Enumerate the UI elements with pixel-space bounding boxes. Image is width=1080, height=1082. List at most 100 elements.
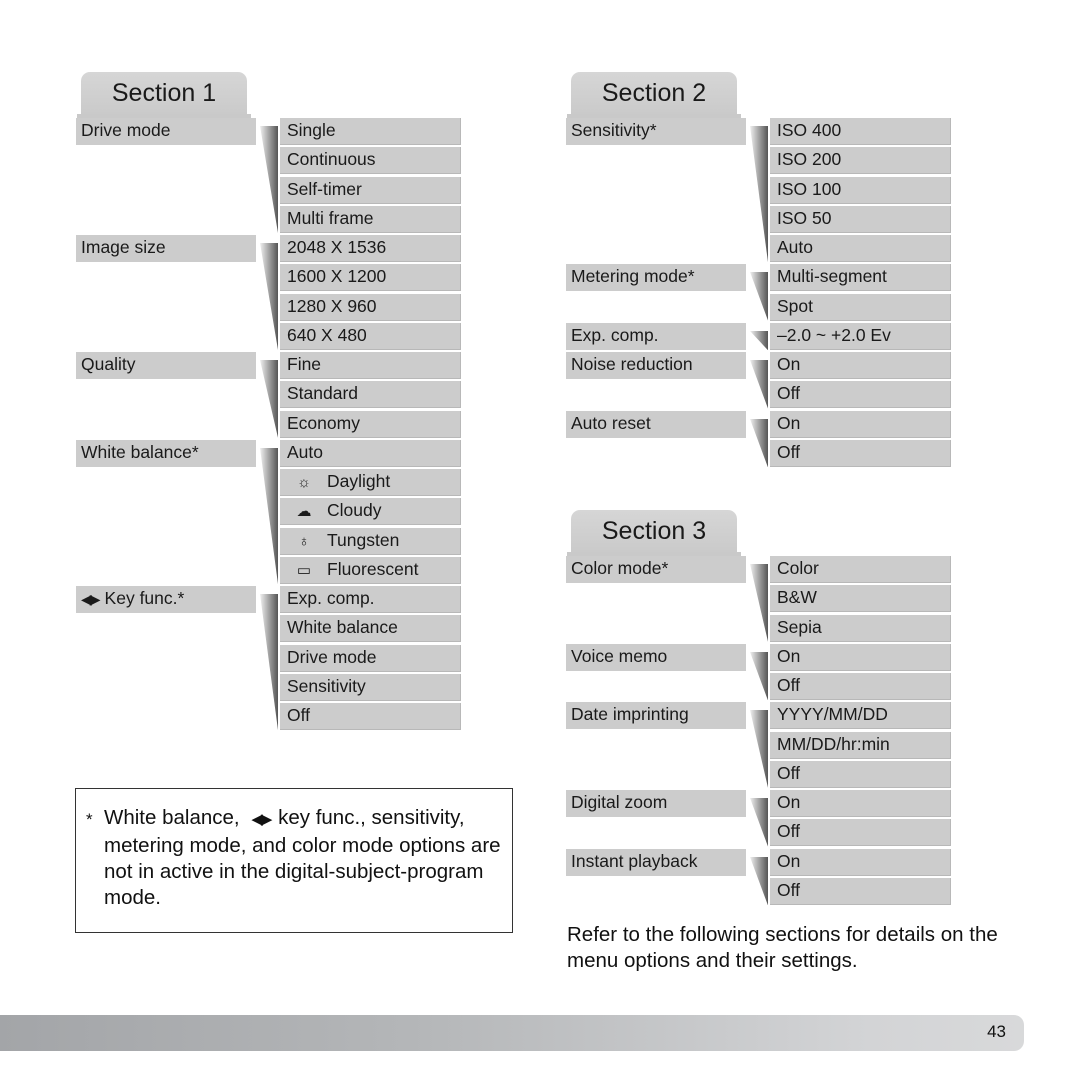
menu-label-text: Color mode*	[571, 558, 669, 578]
menu-label[interactable]: Sensitivity*	[566, 118, 746, 145]
menu-option[interactable]: Sepia	[770, 614, 951, 642]
menu-option[interactable]: ☼ Daylight	[280, 469, 461, 496]
menu-label-text: Instant playback	[571, 850, 698, 871]
menu-option-text: Tungsten	[327, 529, 400, 550]
menu-option-text: Daylight	[327, 471, 391, 491]
menu-option-text: Off	[777, 821, 801, 842]
menu-option[interactable]: Sensitivity	[280, 673, 461, 701]
menu-option[interactable]: ISO 200	[770, 147, 951, 175]
menu-label[interactable]: Noise reduction	[566, 352, 746, 379]
menu-connector	[750, 360, 768, 409]
section-2-tab: Section 2	[567, 72, 741, 118]
menu-connector	[260, 243, 278, 350]
menu-connector	[750, 710, 768, 788]
menu-option[interactable]: ISO 100	[770, 176, 951, 204]
menu-label[interactable]: Voice memo	[566, 643, 746, 671]
menu-option[interactable]: Exp. comp.	[280, 586, 461, 613]
menu-label-text: Auto reset	[571, 412, 651, 433]
menu-option[interactable]: Self-timer	[280, 176, 461, 204]
menu-label-text: Sensitivity*	[571, 120, 657, 140]
menu-connector	[750, 798, 768, 847]
menu-option[interactable]: 1600 X 1200	[280, 264, 461, 292]
menu-option-text: 640 X 480	[287, 324, 367, 345]
menu-option-text: Off	[777, 762, 801, 783]
menu-option-text: Auto	[287, 441, 323, 462]
menu-option-text: On	[777, 645, 801, 666]
menu-label-text: Drive mode	[81, 120, 171, 140]
menu-option-text: Off	[777, 441, 801, 462]
menu-option[interactable]: Continuous	[280, 147, 461, 175]
menu-label-text: Voice memo	[571, 645, 668, 666]
menu-option[interactable]: ▭ Fluorescent	[280, 556, 461, 584]
menu-label-text: Quality	[81, 354, 136, 374]
menu-option[interactable]: ♁ Tungsten	[280, 527, 461, 555]
menu-label[interactable]: White balance*	[76, 439, 256, 467]
menu-label-text: Date imprinting	[571, 704, 689, 725]
menu-option-text: Exp. comp.	[287, 588, 375, 608]
menu-option[interactable]: YYYY/MM/DD	[770, 702, 951, 730]
page-number: 43	[987, 1022, 1006, 1041]
menu-label[interactable]: Auto reset	[566, 410, 746, 438]
menu-option[interactable]: MM/DD/hr:min	[770, 731, 951, 759]
menu-option[interactable]: Off	[280, 703, 461, 730]
menu-option[interactable]: On	[770, 790, 951, 817]
menu-option[interactable]: ☁ Cloudy	[280, 498, 461, 526]
menu-option[interactable]: Off	[770, 439, 951, 467]
menu-option[interactable]: On	[770, 352, 951, 379]
menu-label[interactable]: Drive mode	[76, 118, 256, 145]
menu-option[interactable]: Standard	[280, 381, 461, 409]
menu-option-text: Standard	[287, 383, 359, 404]
menu-option-text: White balance	[287, 617, 398, 638]
menu-option[interactable]: Fine	[280, 352, 461, 379]
fluorescent-icon: ▭	[296, 561, 312, 579]
menu-option[interactable]: –2.0 ~ +2.0 Ev	[770, 322, 951, 350]
menu-option[interactable]: Drive mode	[280, 644, 461, 672]
menu-option[interactable]: Auto	[280, 439, 461, 467]
menu-option[interactable]: Multi frame	[280, 205, 461, 233]
menu-option[interactable]: Single	[280, 118, 461, 145]
menu-label[interactable]: Exp. comp.	[566, 322, 746, 350]
menu-label[interactable]: Color mode*	[566, 556, 746, 583]
menu-option[interactable]: Color	[770, 556, 951, 583]
menu-option[interactable]: On	[770, 410, 951, 438]
menu-option[interactable]: B&W	[770, 585, 951, 613]
menu-option[interactable]: Off	[770, 381, 951, 409]
menu-option[interactable]: Off	[770, 760, 951, 788]
menu-option-text: Off	[777, 879, 801, 900]
menu-option[interactable]: Auto	[770, 235, 951, 262]
menu-option[interactable]: ISO 50	[770, 205, 951, 233]
left-right-arrow-icon: ◀▶	[81, 591, 100, 607]
menu-option-text: ISO 50	[777, 207, 832, 228]
menu-option-text: Fine	[287, 354, 322, 374]
menu-option-text: ISO 100	[777, 178, 842, 199]
menu-option[interactable]: Economy	[280, 410, 461, 438]
menu-option-text: Multi-segment	[777, 266, 887, 287]
menu-label[interactable]: Quality	[76, 352, 256, 379]
menu-label[interactable]: Metering mode*	[566, 264, 746, 292]
menu-option-text: 2048 X 1536	[287, 237, 387, 257]
menu-connector	[260, 126, 278, 233]
menu-label[interactable]: Date imprinting	[566, 702, 746, 730]
menu-option[interactable]: Off	[770, 673, 951, 700]
menu-option[interactable]: White balance	[280, 615, 461, 643]
menu-option-text: Self-timer	[287, 178, 362, 199]
menu-option-text: Drive mode	[287, 646, 377, 667]
menu-connector	[750, 856, 768, 905]
menu-label[interactable]: Digital zoom	[566, 790, 746, 817]
menu-option[interactable]: ISO 400	[770, 118, 951, 145]
menu-label[interactable]: ◀▶ Key func.*	[76, 586, 256, 613]
menu-option[interactable]: Off	[770, 877, 951, 905]
menu-option[interactable]: Spot	[770, 293, 951, 321]
menu-label[interactable]: Image size	[76, 235, 256, 262]
menu-option[interactable]: Multi-segment	[770, 264, 951, 292]
menu-option[interactable]: 2048 X 1536	[280, 235, 461, 262]
menu-option[interactable]: On	[770, 643, 951, 671]
menu-option[interactable]: 1280 X 960	[280, 293, 461, 321]
menu-option[interactable]: Off	[770, 819, 951, 847]
note-box: * White balance, ◀▶ key func., sensitivi…	[75, 788, 513, 933]
menu-connector	[750, 651, 768, 701]
cloudy-icon: ☁	[296, 503, 312, 521]
menu-option[interactable]: On	[770, 848, 951, 876]
menu-label[interactable]: Instant playback	[566, 848, 746, 876]
menu-option[interactable]: 640 X 480	[280, 322, 461, 350]
